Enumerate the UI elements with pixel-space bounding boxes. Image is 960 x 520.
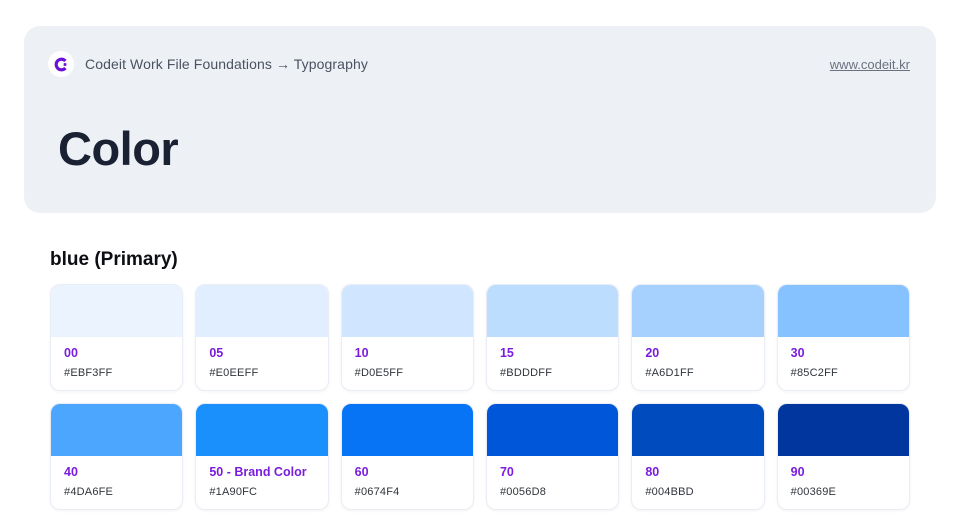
color-card-40: 40 #4DA6FE [50,403,183,510]
codeit-logo [48,51,74,77]
color-hex: #BDDDFF [500,367,605,379]
color-hex: #4DA6FE [64,486,169,498]
color-card-50-brand: 50 - Brand Color #1A90FC [195,403,328,510]
color-hex: #004BBD [645,486,750,498]
color-label: 30 [791,346,896,360]
site-link[interactable]: www.codeit.kr [830,57,910,72]
color-swatch [51,285,182,337]
color-label: 05 [209,346,314,360]
card-info: 70 #0056D8 [487,456,618,509]
hero-section: Codeit Work File Foundations → Typograph… [24,26,936,213]
color-swatch [51,404,182,456]
card-info: 80 #004BBD [632,456,763,509]
color-swatch [487,404,618,456]
color-swatch [342,404,473,456]
color-label: 40 [64,465,169,479]
color-hex: #85C2FF [791,367,896,379]
color-hex: #0674F4 [355,486,460,498]
card-info: 20 #A6D1FF [632,337,763,390]
color-label: 00 [64,346,169,360]
color-card-20: 20 #A6D1FF [631,284,764,391]
color-label: 80 [645,465,750,479]
color-label: 15 [500,346,605,360]
color-card-30: 30 #85C2FF [777,284,910,391]
color-card-70: 70 #0056D8 [486,403,619,510]
card-info: 15 #BDDDFF [487,337,618,390]
color-swatch [342,285,473,337]
color-card-60: 60 #0674F4 [341,403,474,510]
color-hex: #00369E [791,486,896,498]
color-swatch [632,285,763,337]
color-hex: #D0E5FF [355,367,460,379]
color-swatch [778,285,909,337]
page-title: Color [58,125,910,172]
card-info: 05 #E0EEFF [196,337,327,390]
color-card-15: 15 #BDDDFF [486,284,619,391]
color-label: 10 [355,346,460,360]
color-label: 50 - Brand Color [209,465,314,479]
card-info: 40 #4DA6FE [51,456,182,509]
color-label: 90 [791,465,896,479]
card-info: 10 #D0E5FF [342,337,473,390]
header-left-group: Codeit Work File Foundations → Typograph… [48,51,368,77]
color-card-05: 05 #E0EEFF [195,284,328,391]
color-hex: #0056D8 [500,486,605,498]
color-swatch [196,404,327,456]
color-hex: #A6D1FF [645,367,750,379]
color-card-90: 90 #00369E [777,403,910,510]
breadcrumb: Codeit Work File Foundations → Typograph… [85,56,368,72]
color-swatch [778,404,909,456]
color-card-00: 00 #EBF3FF [50,284,183,391]
card-info: 00 #EBF3FF [51,337,182,390]
card-info: 50 - Brand Color #1A90FC [196,456,327,509]
color-hex: #E0EEFF [209,367,314,379]
color-card-10: 10 #D0E5FF [341,284,474,391]
color-swatch [487,285,618,337]
codeit-c-icon [54,57,69,72]
header-bar: Codeit Work File Foundations → Typograph… [48,51,910,77]
color-label: 70 [500,465,605,479]
color-swatch [196,285,327,337]
color-label: 20 [645,346,750,360]
color-swatch [632,404,763,456]
color-card-80: 80 #004BBD [631,403,764,510]
card-info: 90 #00369E [778,456,909,509]
color-hex: #1A90FC [209,486,314,498]
color-label: 60 [355,465,460,479]
color-grid: 00 #EBF3FF 05 #E0EEFF 10 #D0E5FF 15 #BDD… [50,284,910,510]
palette-section-title: blue (Primary) [50,248,910,271]
card-info: 30 #85C2FF [778,337,909,390]
color-hex: #EBF3FF [64,367,169,379]
card-info: 60 #0674F4 [342,456,473,509]
